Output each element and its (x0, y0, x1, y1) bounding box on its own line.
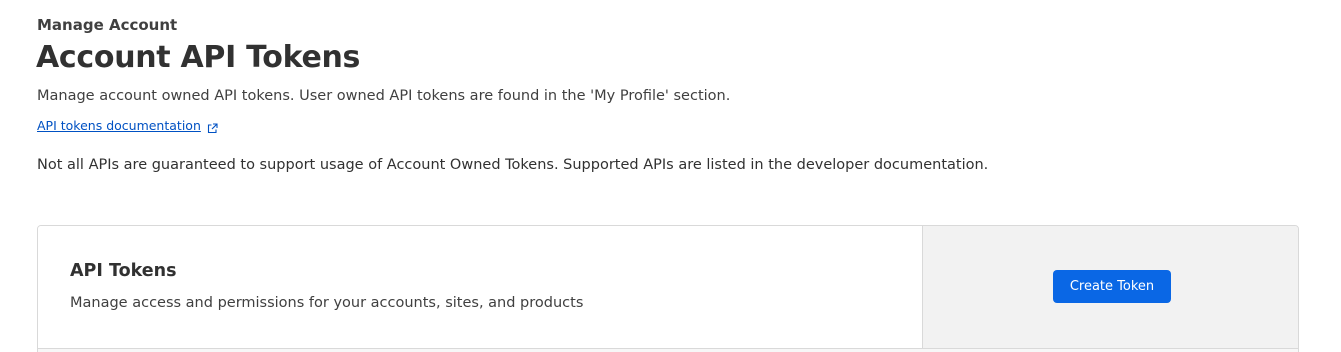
card-description: Manage access and permissions for your a… (70, 295, 584, 311)
api-tokens-documentation-link[interactable]: API tokens documentation (37, 117, 218, 135)
page-subtitle: Manage account owned API tokens. User ow… (37, 88, 731, 104)
external-link-icon (207, 121, 218, 133)
api-tokens-card-content: API Tokens Manage access and permissions… (38, 226, 923, 348)
doc-link-label: API tokens documentation (37, 118, 201, 133)
page-title: Account API Tokens (36, 40, 361, 75)
support-notice: Not all APIs are guaranteed to support u… (37, 157, 989, 173)
account-api-tokens-page: Manage Account Account API Tokens Manage… (0, 0, 1341, 352)
create-token-button[interactable]: Create Token (1053, 270, 1171, 303)
section-eyebrow: Manage Account (37, 16, 178, 34)
api-tokens-card-actions: Create Token (923, 226, 1298, 348)
card-title: API Tokens (70, 261, 177, 281)
api-tokens-card: API Tokens Manage access and permissions… (37, 225, 1299, 352)
